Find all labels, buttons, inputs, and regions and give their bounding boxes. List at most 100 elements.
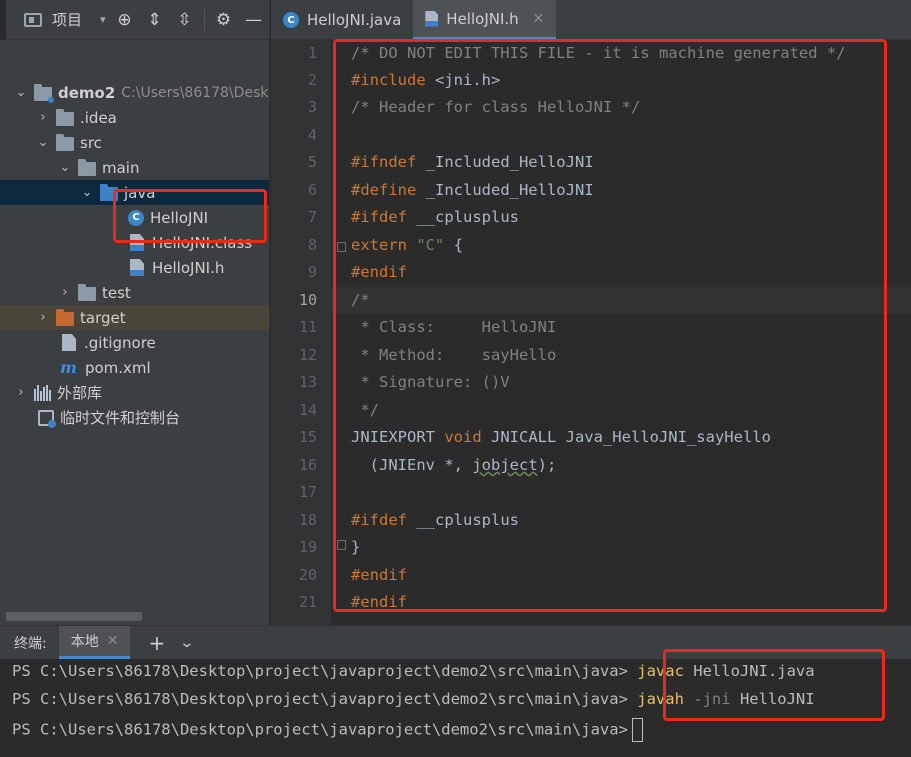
code-area[interactable]: /* DO NOT EDIT THIS FILE - it is machine… (331, 40, 911, 625)
code-line: #endif (351, 566, 407, 584)
terminal-command: javah (637, 690, 684, 708)
line-number: 5 (307, 153, 317, 171)
tree-item-external-libraries[interactable]: › 外部库 (0, 380, 269, 405)
project-icon (24, 12, 42, 27)
terminal-cursor (631, 718, 643, 742)
tree-item-path: C:\Users\86178\Desk (121, 84, 269, 101)
locate-icon[interactable]: ⊕ (110, 5, 140, 35)
gear-icon[interactable]: ⚙ (209, 5, 239, 35)
tree-item-gitignore[interactable]: .gitignore (0, 330, 269, 355)
project-toolbar: 项目 ▾ ⊕ ⇕ ⇳ ⚙ — (0, 0, 269, 40)
line-number: 6 (307, 181, 317, 199)
source-folder-icon (100, 183, 118, 201)
line-number: 15 (298, 428, 317, 446)
tree-item-java[interactable]: ⌄ java (0, 180, 269, 205)
terminal-line: PS C:\Users\86178\Desktop\project\javapr… (12, 662, 815, 680)
tree-item-scratches[interactable]: 临时文件和控制台 (0, 405, 269, 430)
tab-hellojni-java[interactable]: C HelloJNI.java (271, 0, 413, 40)
line-number: 18 (298, 511, 317, 529)
terminal-command: javac (637, 662, 684, 680)
tree-item-src[interactable]: ⌄ src (0, 130, 269, 155)
tree-item-hellojni-h[interactable]: HelloJNI.h (0, 255, 269, 280)
terminal-header: 终端: 本地 ✕ + ⌄ (0, 626, 911, 659)
code-line: /* (351, 291, 370, 309)
close-icon[interactable]: ✕ (533, 11, 545, 27)
chevron-right-icon[interactable]: › (58, 285, 72, 300)
chevron-right-icon[interactable]: › (36, 110, 50, 125)
java-class-icon: C (283, 12, 299, 28)
tree-item-label: 临时文件和控制台 (60, 409, 181, 427)
code-line: } (351, 538, 361, 556)
tree-item-hellojni-class[interactable]: HelloJNI.class (0, 230, 269, 255)
terminal-input-line[interactable]: PS C:\Users\86178\Desktop\project\javapr… (12, 718, 643, 742)
line-number: 19 (298, 538, 317, 556)
tree-item-hellojni[interactable]: C HelloJNI (0, 205, 269, 230)
java-class-icon: C (128, 209, 144, 226)
terminal-flag: -jni (693, 690, 731, 708)
tab-label: HelloJNI.java (307, 11, 402, 29)
current-line-highlight (331, 287, 911, 314)
hide-icon[interactable]: — (239, 5, 269, 35)
chevron-down-icon[interactable]: ▾ (100, 13, 106, 26)
tab-hellojni-h[interactable]: HelloJNI.h ✕ (413, 0, 557, 40)
editor: C HelloJNI.java HelloJNI.h ✕ 1 2 3 4 5 6… (271, 0, 911, 625)
editor-tabs: C HelloJNI.java HelloJNI.h ✕ (271, 0, 911, 40)
close-icon[interactable]: ✕ (107, 633, 119, 649)
tab-terminal-local[interactable]: 本地 ✕ (58, 626, 131, 659)
chevron-down-icon[interactable]: ⌄ (14, 85, 28, 100)
folder-icon (78, 283, 96, 301)
line-number: 7 (307, 208, 317, 226)
tree-item-idea[interactable]: › .idea (0, 105, 269, 130)
tree-item-label: pom.xml (84, 358, 151, 377)
line-number: 13 (298, 373, 317, 391)
chevron-down-icon[interactable]: ⌄ (80, 185, 94, 200)
tree-item-pom[interactable]: m pom.xml (0, 355, 269, 380)
code-line: * Method: sayHello (351, 346, 557, 364)
terminal-argument: HelloJNI.java (693, 662, 815, 680)
horizontal-scrollbar[interactable] (6, 612, 142, 621)
line-number: 9 (307, 263, 317, 281)
collapse-all-icon[interactable]: ⇳ (170, 5, 200, 35)
line-number: 20 (298, 566, 317, 584)
chevron-down-icon[interactable]: ⌄ (179, 635, 194, 651)
tool-window-strip (0, 0, 6, 40)
tree-item-test[interactable]: › test (0, 280, 269, 305)
tree-item-label: java (124, 183, 156, 202)
chevron-right-icon[interactable]: › (14, 385, 28, 400)
code-line: */ (351, 401, 379, 419)
line-number: 21 (298, 593, 317, 611)
add-terminal-icon[interactable]: + (148, 631, 165, 655)
tree-item-label: test (102, 283, 131, 302)
line-number: 11 (298, 318, 317, 336)
tree-item-demo2[interactable]: ⌄ demo2 C:\Users\86178\Desk (0, 80, 269, 105)
code-line: #include <jni.h> (351, 71, 501, 89)
chevron-down-icon[interactable]: ⌄ (36, 135, 50, 150)
project-view-selector[interactable]: 项目 ▾ (24, 9, 106, 30)
project-title: 项目 (52, 11, 83, 29)
expand-all-icon[interactable]: ⇕ (140, 5, 170, 35)
tree-item-main[interactable]: ⌄ main (0, 155, 269, 180)
tab-label: HelloJNI.h (446, 9, 519, 28)
tree-item-label: 外部库 (57, 384, 103, 402)
code-line: (JNIEnv *, jobject); (351, 456, 557, 474)
code-line: * Signature: ()V (351, 373, 510, 391)
code-line: #ifdef __cplusplus (351, 208, 519, 226)
chevron-down-icon[interactable]: ⌄ (58, 160, 72, 175)
terminal-prompt: PS C:\Users\86178\Desktop\project\javapr… (12, 720, 628, 739)
module-folder-icon (34, 83, 54, 103)
chevron-right-icon[interactable]: › (36, 310, 50, 325)
gitignore-file-icon (62, 334, 76, 351)
tree-item-label: target (80, 308, 126, 327)
code-line: /* DO NOT EDIT THIS FILE - it is machine… (351, 44, 846, 62)
tree-item-label: HelloJNI (150, 208, 209, 227)
tree-item-target[interactable]: › target (0, 305, 269, 330)
tree-item-label: HelloJNI.class (152, 233, 253, 252)
excluded-folder-icon (56, 308, 74, 326)
line-number-current: 10 (298, 291, 317, 309)
line-number: 8 (307, 236, 317, 254)
code-line: * Class: HelloJNI (351, 318, 557, 336)
terminal-prompt: PS C:\Users\86178\Desktop\project\javapr… (12, 690, 628, 708)
maven-icon: m (60, 358, 77, 377)
header-file-icon (425, 10, 439, 27)
tree-item-label: HelloJNI.h (152, 258, 225, 277)
